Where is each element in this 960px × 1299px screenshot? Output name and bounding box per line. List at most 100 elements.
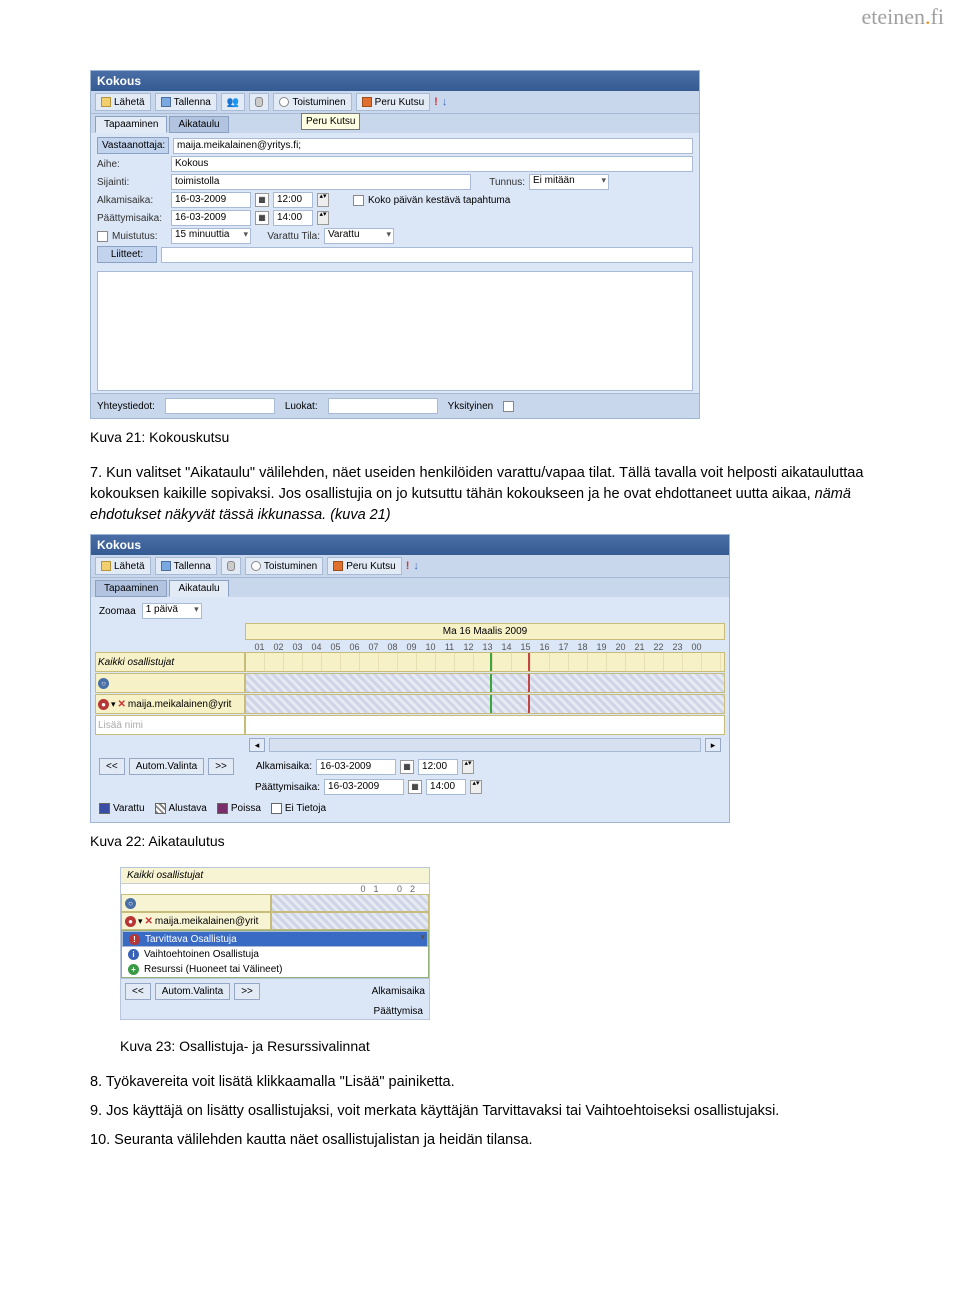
paragraph-10: 10. Seuranta välilehden kautta näet osal… [90,1130,870,1151]
send-button[interactable]: Lähetä [95,557,151,575]
save-button[interactable]: Tallenna [155,93,217,111]
scroll-right-icon[interactable]: ▸ [705,738,721,752]
tab-schedule[interactable]: Aikataulu [169,116,228,133]
cancel-invite-button[interactable]: Peru Kutsu [327,557,401,575]
auto-end-date[interactable]: 16-03-2009 [324,779,404,795]
time-spinner[interactable]: ▴▾ [462,760,474,774]
save-button[interactable]: Tallenna [155,557,217,575]
auto-prev-button[interactable]: << [99,758,125,775]
hours-fragment: 01 02 [121,883,429,894]
calendar-icon[interactable]: ▦ [408,780,422,794]
recurrence-icon [279,97,289,107]
priority-high-icon[interactable]: ! [434,96,438,108]
address-book-button[interactable]: 👥 [221,93,245,111]
attendee-row[interactable]: ● ▾ ✕ maija.meikalainen@yrit [95,694,245,714]
menu-optional[interactable]: iVaihtoehtoinen Osallistuja [122,947,428,962]
subject-input[interactable]: Kokous [171,156,693,172]
busy-select[interactable]: Varattu [324,228,394,244]
timeline-all [245,652,725,672]
attendee-row[interactable]: ● ▾ ✕ maija.meikalainen@yrit [121,912,271,930]
save-icon [161,561,171,571]
meeting-dialog-screenshot: Kokous Lähetä Tallenna 👥 Toistuminen Per… [90,70,700,419]
time-spinner[interactable]: ▴▾ [470,780,482,794]
send-button[interactable]: Lähetä [95,93,151,111]
time-spinner[interactable]: ▴▾ [317,193,329,207]
location-input[interactable]: toimistolla [171,174,471,190]
auto-next-button[interactable]: >> [208,758,234,775]
day-header: Ma 16 Maalis 2009 [245,623,725,640]
remove-icon[interactable]: ✕ [118,699,126,710]
menu-required[interactable]: !Tarvittava Osallistuja [122,931,428,947]
allday-checkbox[interactable] [353,195,364,206]
attachment-button[interactable] [249,93,269,111]
auto-select-button[interactable]: Autom.Valinta [129,758,205,775]
required-icon: ● [98,699,109,710]
tab-schedule[interactable]: Aikataulu [169,580,228,597]
paragraph-8: 8. Työkavereita voit lisätä klikkaamalla… [90,1072,870,1093]
end-label: Päättymisaika: [255,782,320,793]
start-date-input[interactable]: 16-03-2009 [171,192,251,208]
categories-input[interactable] [328,398,438,414]
auto-start-time[interactable]: 12:00 [418,759,458,775]
cancel-invite-tooltip: Peru Kutsu [301,113,360,130]
remove-icon[interactable]: ✕ [145,916,153,927]
tab-appointment[interactable]: Tapaaminen [95,116,167,133]
envelope-icon [101,97,111,107]
end-time-input[interactable]: 14:00 [273,210,313,226]
recipient-picker[interactable]: Vastaanottaja: [97,137,169,154]
contacts-input[interactable] [165,398,275,414]
reminder-select[interactable]: 15 minuuttia [171,228,251,244]
dialog-toolbar: Lähetä Tallenna Toistuminen Peru Kutsu !… [91,555,729,578]
cancel-invite-button[interactable]: Peru Kutsu [356,93,430,111]
attendee-menu-screenshot: Kaikki osallistujat 01 02 ○ ● ▾ ✕ maija.… [120,867,430,1020]
token-select[interactable]: Ei mitään [529,174,609,190]
calendar-icon[interactable]: ▦ [400,760,414,774]
attachments-button[interactable]: Liitteet: [97,246,157,263]
reminder-checkbox[interactable] [97,231,108,242]
attachments-input[interactable] [161,247,693,263]
paragraph-9: 9. Jos käyttäjä on lisätty osallistujaks… [90,1101,870,1122]
subject-label: Aihe: [97,159,167,170]
auto-prev-button[interactable]: << [125,983,151,1000]
figure-caption: Kuva 21: Kokouskutsu [90,429,870,445]
scroll-left-icon[interactable]: ◂ [249,738,265,752]
auto-select-button[interactable]: Autom.Valinta [155,983,231,1000]
auto-next-button[interactable]: >> [234,983,260,1000]
dialog-title: Kokous [91,535,729,555]
priority-high-icon[interactable]: ! [406,560,410,572]
save-icon [161,97,171,107]
recurrence-button[interactable]: Toistuminen [245,557,323,575]
paperclip-icon [227,561,235,571]
menu-resource[interactable]: +Resurssi (Huoneet tai Välineet) [122,962,428,977]
priority-low-icon[interactable]: ↓ [442,96,448,108]
timeline-scrollbar[interactable]: ◂ ▸ [245,736,725,754]
dialog-title: Kokous [91,71,699,91]
auto-start-date[interactable]: 16-03-2009 [316,759,396,775]
message-body[interactable] [97,271,693,391]
zoom-select[interactable]: 1 päivä [142,603,202,619]
dialog-toolbar: Lähetä Tallenna 👥 Toistuminen Peru Kutsu… [91,91,699,114]
auto-end-time[interactable]: 14:00 [426,779,466,795]
calendar-icon[interactable]: ▦ [255,211,269,225]
recurrence-button[interactable]: Toistuminen [273,93,351,111]
tab-appointment[interactable]: Tapaaminen [95,580,167,597]
attendee-type-menu: !Tarvittava Osallistuja iVaihtoehtoinen … [121,930,429,978]
hour-ruler: 0102030405060708091011121314151617181920… [95,642,725,652]
recurrence-icon [251,561,261,571]
private-checkbox[interactable] [503,401,514,412]
busy-label: Varattu Tila: [255,231,320,242]
start-label: Alkamisaika: [97,195,167,206]
calendar-icon[interactable]: ▦ [255,193,269,207]
priority-low-icon[interactable]: ↓ [413,560,419,572]
start-time-input[interactable]: 12:00 [273,192,313,208]
paragraph-7: 7. Kun valitset "Aikataulu" välilehden, … [90,463,870,526]
figure-caption: Kuva 22: Aikataulutus [90,833,870,849]
timeline-attendee [245,694,725,714]
time-spinner[interactable]: ▴▾ [317,211,329,225]
add-attendee-row[interactable]: Lisää nimi [95,715,245,735]
attachment-button[interactable] [221,557,241,575]
required-icon: ● [125,916,136,927]
end-date-input[interactable]: 16-03-2009 [171,210,251,226]
recipient-input[interactable]: maija.meikalainen@yritys.fi; [173,138,693,154]
flag-icon [362,97,372,107]
